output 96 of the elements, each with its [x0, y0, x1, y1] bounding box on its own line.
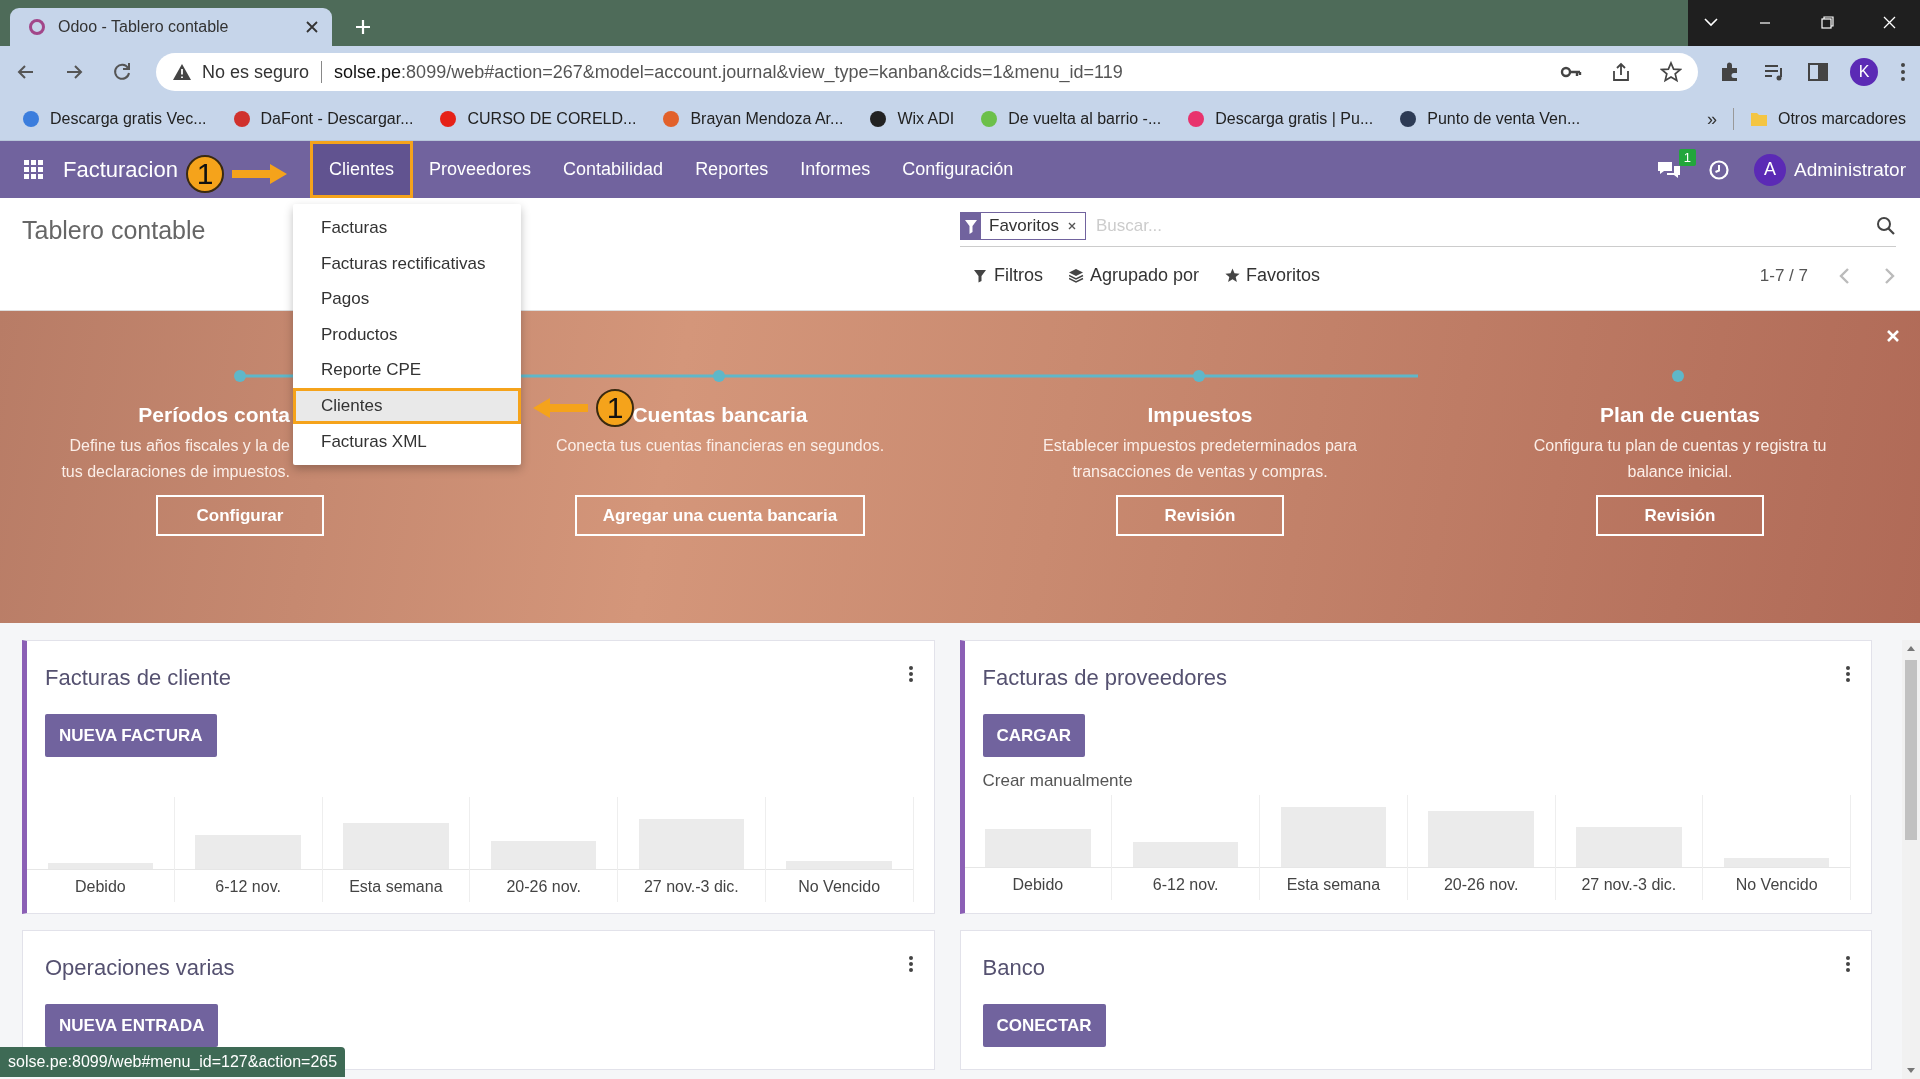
- filter-toggle[interactable]: Favoritos: [1225, 265, 1321, 286]
- bookmark[interactable]: Descarga gratis Vec...: [22, 110, 207, 128]
- page-title: Tablero contable: [22, 216, 206, 244]
- bookmark[interactable]: Punto de venta Ven...: [1399, 110, 1581, 128]
- clock-icon[interactable]: [1708, 158, 1731, 181]
- user-avatar[interactable]: A: [1754, 153, 1787, 186]
- bookmark[interactable]: De vuelta al barrio -...: [980, 110, 1162, 128]
- bookmark[interactable]: Brayan Mendoza Ar...: [662, 110, 844, 128]
- step-title: Plan de cuentas: [1600, 403, 1760, 427]
- step-description: Define tus años fiscales y la de tus declaraciones de impuestos.: [60, 436, 290, 482]
- create-manually-link[interactable]: Crear manualmente: [982, 771, 1133, 791]
- menu-item[interactable]: Facturas: [293, 210, 521, 246]
- step-title: Cuentas bancaria: [632, 403, 808, 427]
- primary-button[interactable]: NUEVA FACTURA: [45, 714, 217, 757]
- side-panel-icon[interactable]: [1806, 60, 1830, 84]
- arrow-icon: [232, 163, 288, 185]
- axis-label: 27 nov.-3 dic.: [1581, 875, 1677, 895]
- status-url: solse.pe:8099/web#menu_id=127&action=265: [0, 1047, 346, 1077]
- menu-tab[interactable]: Configuración: [886, 141, 1030, 198]
- message-count-badge: 1: [1678, 148, 1697, 166]
- arrow-icon: [532, 397, 588, 419]
- menu-tab[interactable]: Contabilidad: [547, 141, 680, 198]
- menu-tab[interactable]: Reportes: [679, 141, 785, 198]
- menu-tab[interactable]: Proveedores: [413, 141, 548, 198]
- step-description: Conecta tus cuentas financieras en segundos.: [555, 436, 885, 456]
- kebab-menu-icon[interactable]: [1845, 665, 1851, 683]
- step-title: Períodos conta: [138, 403, 290, 427]
- menu-item[interactable]: Facturas XML: [293, 423, 521, 460]
- tab-title: Odoo - Tablero contable: [58, 18, 230, 36]
- step-description: Configura tu plan de cuentas y registra tu balance inicial.: [1532, 436, 1828, 482]
- menu-tab[interactable]: Clientes: [309, 141, 413, 198]
- app-title[interactable]: Facturacion: [63, 156, 178, 183]
- kebab-menu-icon[interactable]: [1845, 955, 1851, 973]
- primary-button[interactable]: CONECTAR: [982, 1004, 1106, 1047]
- ring-favicon-icon: [28, 18, 46, 36]
- layers-icon: [1069, 268, 1084, 283]
- step-description: Establecer impuestos predeterminados para transacciones de ventas y compras.: [1042, 436, 1358, 482]
- axis-label: 20-26 nov.: [1443, 875, 1519, 895]
- profile-avatar[interactable]: K: [1850, 58, 1878, 86]
- bookmark[interactable]: DaFont - Descargar...: [232, 110, 414, 128]
- kebab-menu-icon[interactable]: [907, 955, 914, 973]
- scrollbar[interactable]: [1902, 640, 1920, 1079]
- menu-item[interactable]: Facturas rectificativas: [293, 245, 521, 282]
- star-icon: [1225, 268, 1241, 283]
- menu-item[interactable]: Clientes: [293, 387, 521, 424]
- menu-item[interactable]: Reporte CPE: [293, 352, 521, 388]
- axis-label: Esta semana: [349, 877, 443, 897]
- axis-label: 6-12 nov.: [1152, 875, 1219, 895]
- axis-label: 20-26 nov.: [506, 877, 581, 897]
- primary-button[interactable]: NUEVA ENTRADA: [45, 1004, 219, 1047]
- bookmark[interactable]: CURSO DE CORELD...: [439, 110, 637, 128]
- other-bookmarks[interactable]: Otros marcadores: [1749, 110, 1906, 128]
- address-bar[interactable]: No es seguro solse.pe:8099/web#action=267&model=account.journal&view_type=kanban&cids=1&menu_id=119: [156, 53, 1698, 91]
- filter-toggle[interactable]: Agrupado por: [1069, 265, 1200, 286]
- warning-icon: [172, 63, 192, 81]
- user-name[interactable]: Administrator: [1794, 158, 1906, 181]
- menu-item[interactable]: Productos: [293, 316, 521, 353]
- bookmark[interactable]: Descarga gratis | Pu...: [1187, 110, 1374, 128]
- axis-label: Debido: [75, 877, 126, 897]
- folder-icon: [1749, 110, 1768, 128]
- more-bookmarks-button[interactable]: »: [1706, 108, 1717, 130]
- url-text: solse.pe:8099/web#action=267&model=account.journal&view_type=kanban&cids=1&menu_id=119: [334, 61, 1123, 83]
- card-title[interactable]: Facturas de cliente: [45, 665, 231, 691]
- axis-label: No Vencido: [1735, 875, 1818, 895]
- axis-label: 6-12 nov.: [215, 877, 281, 897]
- plus-icon[interactable]: [354, 18, 372, 36]
- primary-button[interactable]: CARGAR: [982, 714, 1086, 757]
- axis-label: Esta semana: [1286, 875, 1381, 895]
- bookmark[interactable]: Wix ADI: [869, 110, 955, 128]
- down-arrow-icon: [1906, 1067, 1916, 1075]
- step-title: Impuestos: [1147, 403, 1253, 427]
- kebab-menu-icon[interactable]: [1898, 60, 1908, 84]
- close-icon: [1066, 221, 1077, 231]
- card-title[interactable]: Banco: [982, 955, 1045, 981]
- share-icon[interactable]: [1610, 61, 1632, 83]
- menu-tab[interactable]: Informes: [784, 141, 887, 198]
- kebab-menu-icon[interactable]: [907, 665, 914, 683]
- security-label: No es seguro: [202, 61, 310, 83]
- funnel-icon: [973, 268, 988, 283]
- star-icon[interactable]: [1660, 61, 1682, 83]
- menu-item[interactable]: Pagos: [293, 281, 521, 317]
- axis-label: 27 nov.-3 dic.: [643, 877, 739, 897]
- browser-tab[interactable]: Odoo - Tablero contable: [10, 8, 332, 46]
- axis-label: Debido: [1012, 875, 1064, 895]
- card-title[interactable]: Facturas de proveedores: [982, 665, 1228, 691]
- filter-toggle[interactable]: Filtros: [973, 265, 1043, 286]
- up-arrow-icon: [1906, 644, 1916, 652]
- pager-value: 1-7 / 7: [1759, 265, 1808, 286]
- card-title[interactable]: Operaciones varias: [45, 955, 235, 981]
- close-icon[interactable]: [306, 21, 318, 33]
- search-icon[interactable]: [1876, 216, 1896, 236]
- axis-label: No Vencido: [798, 877, 881, 897]
- funnel-icon: [961, 213, 981, 239]
- filter-facet[interactable]: Favoritos: [960, 212, 1086, 240]
- step-button[interactable]: Revisión: [1596, 495, 1764, 536]
- app-grid-icon[interactable]: [24, 160, 43, 179]
